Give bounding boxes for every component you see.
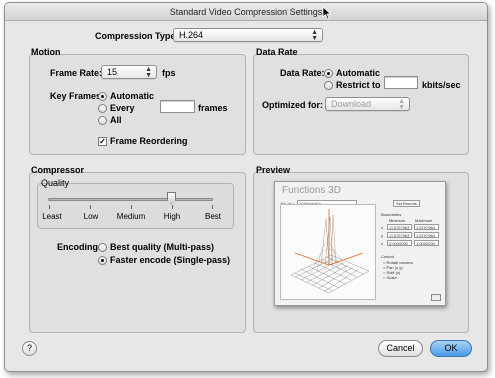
mouse-pointer-icon (322, 6, 332, 20)
quality-title: Quality (41, 178, 70, 188)
slider-tick (131, 205, 132, 209)
compression-type-popup[interactable]: H.264 ▲ ▼ (173, 28, 323, 42)
data-rate-restrict-field[interactable] (384, 76, 418, 89)
optimized-for-popup[interactable]: Download ▲ ▼ (325, 97, 410, 111)
frame-rate-value: 15 (107, 67, 118, 77)
data-rate-unit: kbits/sec (422, 80, 461, 90)
radio-unselected-icon (98, 115, 107, 125)
compressor-title: Compressor (31, 165, 85, 175)
help-button[interactable]: ? (22, 341, 37, 356)
preview-resize-icon (431, 294, 441, 301)
key-frames-all-radio[interactable]: All (98, 115, 122, 125)
encoding-label: Encoding: (57, 242, 101, 252)
preview-side-panel: Boundaries Minimum Maximum x -0.5707963 … (379, 204, 442, 300)
preview-control-label: Control (381, 254, 394, 259)
slider-tick (49, 205, 50, 209)
preview-value: 1.5707963 (416, 233, 435, 238)
frame-rate-unit: fps (162, 68, 176, 78)
preview-axis-x: x (381, 225, 383, 230)
encoding-singlepass-radio[interactable]: Faster encode (Single-pass) (98, 255, 230, 265)
popup-arrows-icon: ▲ ▼ (398, 98, 405, 111)
popup-arrows-icon: ▲ ▼ (311, 29, 318, 42)
quality-slider-track[interactable] (48, 198, 213, 201)
optimized-for-value: Download (331, 99, 372, 109)
preview-max-label: Maximum (415, 218, 433, 223)
slider-tick (90, 205, 91, 209)
encoding-multipass-radio[interactable]: Best quality (Multi-pass) (98, 242, 214, 252)
preview-control-text: Scale (386, 275, 397, 280)
quality-low-label: Low (83, 212, 99, 221)
preview-min-field: 0.0000000 (387, 240, 412, 246)
ok-button[interactable]: OK (430, 340, 472, 357)
preview-value: -0.5707963 (389, 225, 410, 230)
frame-rate-combo[interactable]: 15 ▲ ▼ (101, 65, 157, 79)
radio-unselected-icon (98, 242, 107, 252)
frame-reordering-checkbox[interactable]: ✓ Frame Reordering (98, 136, 188, 146)
slider-tick (172, 205, 173, 209)
quality-medium-label: Medium (116, 212, 146, 221)
radio-selected-icon (98, 255, 107, 265)
preview-value: 1.5707963 (416, 225, 435, 230)
key-frames-every-radio[interactable]: Every (98, 103, 135, 113)
data-rate-automatic-radio[interactable]: Automatic (324, 68, 380, 78)
preview-boundaries-label: Boundaries (381, 212, 402, 217)
optimized-for-label: Optimized for: (262, 100, 323, 110)
key-frames-every-field[interactable] (160, 100, 195, 113)
preview-min-label: Minimum (389, 218, 406, 223)
preview-plot (280, 204, 376, 300)
key-frames-label: Key Frames: (50, 91, 105, 101)
preview-min-field: -0.5707963 (387, 224, 412, 230)
quality-high-label: High (163, 212, 181, 221)
preview-max-field: 1.5707963 (414, 232, 439, 238)
compression-type-label: Compression Type: (95, 31, 179, 41)
preview-value: 0.0000000 (389, 241, 408, 246)
slider-tick (212, 205, 213, 209)
data-rate-title: Data Rate (256, 47, 298, 57)
preview-title: Preview (256, 165, 291, 175)
preview-max-field: 1.5707963 (414, 224, 439, 230)
surface-plot-graphic (290, 209, 370, 294)
compression-type-value: H.264 (179, 30, 204, 40)
key-frames-unit: frames (198, 103, 228, 113)
preview-axis-y: y (381, 233, 383, 238)
cancel-button[interactable]: Cancel (378, 340, 423, 357)
preview-image: Functions 3D f(x, y) = 10/(x*x+y*y) Set … (274, 181, 446, 306)
quality-group (37, 183, 234, 229)
checkmark-icon: ✓ (98, 136, 107, 146)
preview-axis-z: z (381, 241, 383, 246)
preview-value: 1.0000000 (416, 241, 435, 246)
data-rate-label: Data Rate: (280, 68, 325, 78)
radio-unselected-icon (98, 103, 107, 113)
window-title: Standard Video Compression Settings (5, 3, 487, 21)
preview-control-option: ○ Scale (383, 275, 397, 280)
key-frames-automatic-radio[interactable]: Automatic (98, 91, 154, 101)
frame-rate-label: Frame Rate: (50, 68, 103, 78)
radio-selected-icon (324, 68, 333, 78)
combo-arrows-icon: ▲ ▼ (145, 66, 152, 79)
radio-selected-icon (98, 91, 107, 101)
radio-unselected-icon (324, 80, 333, 90)
quality-least-label: Least (42, 212, 62, 221)
data-rate-restrict-radio[interactable]: Restrict to (324, 80, 381, 90)
preview-min-field: -0.5707963 (387, 232, 412, 238)
preview-value: -0.5707963 (389, 233, 410, 238)
preview-max-field: 1.0000000 (414, 240, 439, 246)
preview-app-title: Functions 3D (282, 185, 341, 196)
motion-title: Motion (31, 47, 61, 57)
quality-best-label: Best (204, 212, 222, 221)
